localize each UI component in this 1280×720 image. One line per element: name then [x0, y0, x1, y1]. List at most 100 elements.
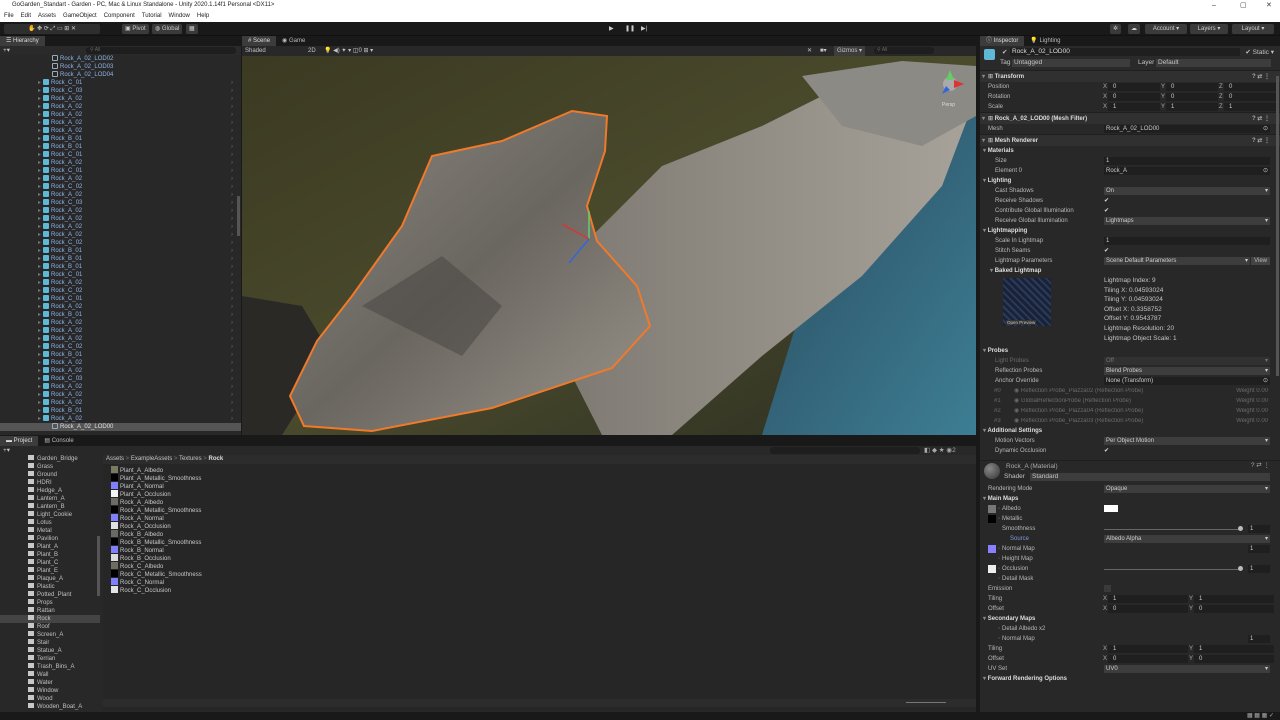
folder-item[interactable]: Garden_Bridge	[28, 455, 100, 463]
scene-toggles[interactable]: 💡 ◀) ✦ ▾ ◫0 ⊞ ▾	[324, 46, 373, 56]
vector-x-input[interactable]: X0	[1103, 655, 1188, 663]
folder-item[interactable]: Wall	[28, 671, 100, 679]
dropdown[interactable]: Off ▾	[1104, 357, 1270, 365]
hierarchy-item[interactable]: ▸ Rock_C_03 ›	[0, 199, 241, 207]
prefab-open-arrow-icon[interactable]: ›	[231, 311, 233, 319]
tab-lighting[interactable]: 💡 Lighting	[1024, 36, 1066, 46]
checkbox[interactable]: ✔	[1104, 206, 1109, 216]
hierarchy-item[interactable]: ▸ Rock_A_02 ›	[0, 335, 241, 343]
prefab-open-arrow-icon[interactable]: ›	[231, 135, 233, 143]
expand-arrow-icon[interactable]: ▸	[38, 96, 41, 102]
hierarchy-item[interactable]: ▸ Rock_B_01 ›	[0, 135, 241, 143]
material-header[interactable]: Rock_A (Material) Shader Standard ? ⇄ ⋮	[980, 460, 1280, 484]
play-button[interactable]: ▶	[606, 24, 617, 34]
object-picker-icon[interactable]: ⊙	[1263, 377, 1268, 385]
hierarchy-item[interactable]: ▸ Rock_A_02 ›	[0, 383, 241, 391]
expand-arrow-icon[interactable]: ▸	[38, 344, 41, 350]
hierarchy-item[interactable]: ▸ Rock_B_01 ›	[0, 247, 241, 255]
prefab-open-arrow-icon[interactable]: ›	[231, 247, 233, 255]
vector-x-input[interactable]: X1	[1103, 645, 1188, 653]
expand-arrow-icon[interactable]: ▸	[38, 160, 41, 166]
menu-file[interactable]: File	[4, 13, 14, 19]
expand-arrow-icon[interactable]: ▸	[38, 200, 41, 206]
shader-dropdown[interactable]: Standard	[1030, 473, 1270, 481]
minimize-button[interactable]: –	[1212, 0, 1216, 11]
folder-item[interactable]: Plastic	[28, 583, 100, 591]
vector-x-input[interactable]: X1	[1103, 103, 1160, 111]
texture-asset[interactable]: Plant_A_Occlusion	[111, 490, 976, 498]
slider-thumb[interactable]	[1238, 526, 1243, 531]
folder-item[interactable]: Lantern_B	[28, 503, 100, 511]
prefab-open-arrow-icon[interactable]: ›	[231, 391, 233, 399]
expand-arrow-icon[interactable]: ▸	[38, 360, 41, 366]
folder-item[interactable]: Plant_B	[28, 551, 100, 559]
texture-asset[interactable]: Plant_A_Metallic_Smoothness	[111, 474, 976, 482]
hierarchy-item[interactable]: ▸ Rock_C_01 ›	[0, 151, 241, 159]
expand-arrow-icon[interactable]: ▸	[38, 408, 41, 414]
expand-arrow-icon[interactable]: ▸	[38, 136, 41, 142]
breadcrumb-item[interactable]: Assets	[106, 456, 124, 462]
hierarchy-item[interactable]: ▸ Rock_C_02 ›	[0, 287, 241, 295]
folder-item[interactable]: Ground	[28, 471, 100, 479]
expand-arrow-icon[interactable]: ▸	[38, 176, 41, 182]
texture-asset[interactable]: Rock_B_Normal	[111, 546, 976, 554]
folder-item[interactable]: Hedge_A	[28, 487, 100, 495]
prefab-open-arrow-icon[interactable]: ›	[231, 303, 233, 311]
expand-arrow-icon[interactable]: ▸	[38, 128, 41, 134]
hierarchy-item[interactable]: ▸ Rock_B_01 ›	[0, 311, 241, 319]
prefab-open-arrow-icon[interactable]: ›	[231, 159, 233, 167]
tab-project[interactable]: ▬ Project	[0, 436, 39, 446]
prefab-open-arrow-icon[interactable]: ›	[231, 255, 233, 263]
hierarchy-item[interactable]: ▸ Rock_B_01 ›	[0, 351, 241, 359]
expand-arrow-icon[interactable]: ▸	[38, 256, 41, 262]
folder-item[interactable]: Screen_A	[28, 631, 100, 639]
lightmap-preview[interactable]: Open Preview	[1003, 278, 1051, 326]
dropdown[interactable]: Opaque ▾	[1104, 485, 1270, 493]
folder-item[interactable]: Pavilion	[28, 535, 100, 543]
prefab-open-arrow-icon[interactable]: ›	[231, 239, 233, 247]
vector-z-input[interactable]: Z0	[1219, 93, 1276, 101]
folder-item[interactable]: HDRI	[28, 479, 100, 487]
menu-help[interactable]: Help	[197, 13, 209, 19]
texture-slot-icon[interactable]	[988, 505, 996, 513]
texture-asset[interactable]: Rock_C_Albedo	[111, 562, 976, 570]
scene-viewport[interactable]: Persp	[242, 56, 976, 435]
prefab-open-arrow-icon[interactable]: ›	[231, 87, 233, 95]
object-field[interactable]: Rock_A ⊙	[1104, 167, 1270, 175]
hierarchy-item[interactable]: ▸ Rock_A_02 ›	[0, 367, 241, 375]
static-toggle[interactable]: ✔ Static ▾	[1245, 48, 1274, 56]
prefab-open-arrow-icon[interactable]: ›	[231, 175, 233, 183]
hierarchy-item[interactable]: ▸ Rock_C_03 ›	[0, 375, 241, 383]
hierarchy-scrollbar[interactable]	[237, 196, 240, 236]
expand-arrow-icon[interactable]: ▸	[38, 272, 41, 278]
layer-dropdown[interactable]: Default	[1156, 59, 1271, 67]
shading-mode-dropdown[interactable]: Shaded	[245, 46, 266, 56]
checkbox[interactable]: ✔	[1104, 196, 1109, 206]
prefab-open-arrow-icon[interactable]: ›	[231, 415, 233, 423]
expand-arrow-icon[interactable]: ▸	[38, 168, 41, 174]
expand-arrow-icon[interactable]: ▸	[38, 80, 41, 86]
global-toggle[interactable]: ◍ Global	[152, 24, 183, 34]
expand-arrow-icon[interactable]: ▸	[38, 232, 41, 238]
hierarchy-item[interactable]: ▸ Rock_A_02 ›	[0, 207, 241, 215]
pause-button[interactable]: ❚❚	[622, 24, 638, 34]
hierarchy-item[interactable]: ▸ Rock_A_02 ›	[0, 415, 241, 423]
slider-thumb[interactable]	[1238, 566, 1243, 571]
prefab-open-arrow-icon[interactable]: ›	[231, 271, 233, 279]
view-button[interactable]: View	[1251, 257, 1270, 265]
hierarchy-item[interactable]: ▸ Rock_A_02 ›	[0, 111, 241, 119]
menu-gameobject[interactable]: GameObject	[63, 13, 97, 19]
pivot-toggle[interactable]: ▣ Pivot	[122, 24, 149, 34]
slider-value[interactable]: 1	[1248, 525, 1270, 533]
vector-x-input[interactable]: X0	[1103, 93, 1160, 101]
folder-item[interactable]: Lotus	[28, 519, 100, 527]
emission-checkbox[interactable]	[1104, 585, 1111, 592]
object-picker-icon[interactable]: ⊙	[1263, 125, 1268, 133]
hierarchy-item[interactable]: ▸ Rock_C_02 ›	[0, 183, 241, 191]
scene-search-input[interactable]: ⚲ All	[874, 47, 934, 54]
hierarchy-item[interactable]: ▸ Rock_A_02 ›	[0, 215, 241, 223]
expand-arrow-icon[interactable]: ▸	[38, 336, 41, 342]
expand-arrow-icon[interactable]: ▸	[38, 392, 41, 398]
hierarchy-item[interactable]: ▸ Rock_C_01 ›	[0, 167, 241, 175]
texture-asset[interactable]: Plant_A_Albedo	[111, 466, 976, 474]
